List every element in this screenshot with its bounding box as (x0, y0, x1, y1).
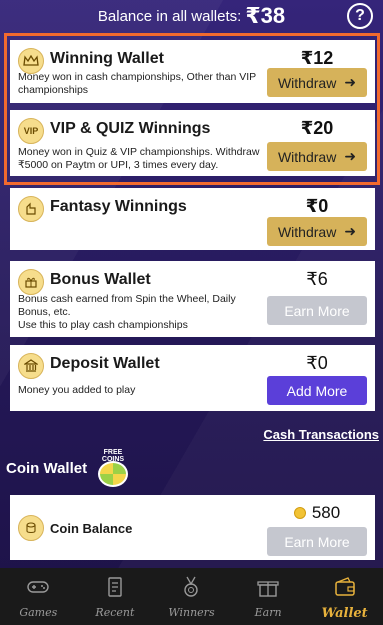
coin-wallet-title: Coin Wallet (6, 460, 88, 477)
vip-quiz-card: VIP VIP & QUIZ Winnings Money won in Qui… (10, 110, 375, 176)
coins-icon (18, 515, 44, 541)
withdraw-label: Withdraw (277, 74, 337, 91)
bonus-wallet-title: Bonus Wallet (50, 271, 151, 288)
nav-recent-label: Recent (95, 606, 135, 619)
fantasy-winnings-card: Fantasy Winnings ₹0 Withdraw ➜ (10, 188, 375, 250)
winning-wallet-amount: ₹12 (300, 48, 334, 68)
winning-wallet-card: Winning Wallet Money won in cash champio… (10, 40, 375, 103)
deposit-wallet-title: Deposit Wallet (50, 355, 160, 372)
gamepad-icon (25, 574, 51, 600)
help-icon[interactable]: ? (347, 3, 373, 29)
vip-icon: VIP (18, 118, 44, 144)
vip-quiz-title: VIP & QUIZ Winnings (50, 120, 211, 137)
gift-icon (255, 574, 281, 600)
bonus-wallet-amount: ₹6 (306, 269, 328, 289)
nav-wallet-label: Wallet (321, 606, 368, 621)
deposit-wallet-card: Deposit Wallet Money you added to play ₹… (10, 345, 375, 411)
vip-quiz-description: Money won in Quiz & VIP championships. W… (18, 146, 260, 171)
arrow-right-icon: ➜ (344, 223, 357, 239)
spin-wheel-icon (98, 461, 128, 487)
wallet-icon (332, 574, 358, 600)
bank-icon (18, 353, 44, 379)
bonus-wallet-description: Bonus cash earned from Spin the Wheel, D… (18, 293, 236, 331)
fantasy-icon (18, 196, 44, 222)
winning-withdraw-button[interactable]: Withdraw ➜ (267, 68, 367, 97)
medal-icon (178, 574, 204, 600)
deposit-wallet-amount: ₹0 (306, 353, 328, 373)
arrow-right-icon: ➜ (344, 74, 357, 90)
fantasy-winnings-title: Fantasy Winnings (50, 198, 187, 215)
nav-games-label: Games (19, 606, 58, 619)
add-more-button[interactable]: Add More (267, 376, 367, 405)
bonus-earn-more-button[interactable]: Earn More (267, 296, 367, 325)
vip-quiz-amount: ₹20 (300, 118, 334, 138)
nav-games[interactable]: Games (0, 568, 77, 625)
bonus-icon (18, 269, 44, 295)
nav-earn-label: Earn (254, 606, 282, 619)
coin-balance-title: Coin Balance (50, 521, 133, 536)
nav-winners[interactable]: Winners (153, 568, 230, 625)
nav-wallet[interactable]: Wallet (306, 568, 383, 625)
balance-amount: ₹38 (245, 3, 286, 28)
balance-label: Balance in all wallets: (97, 7, 242, 25)
deposit-wallet-description: Money you added to play (18, 384, 136, 396)
coin-balance-card: Coin Balance 580 Earn More (10, 495, 375, 560)
fantasy-withdraw-button[interactable]: Withdraw ➜ (267, 217, 367, 246)
header-bar: Balance in all wallets: ₹38 (0, 0, 383, 32)
winning-wallet-title: Winning Wallet (50, 50, 164, 67)
cash-transactions-link[interactable]: Cash Transactions (263, 427, 379, 442)
withdraw-label: Withdraw (277, 223, 337, 240)
coin-icon (293, 507, 306, 519)
winning-wallet-description: Money won in cash championships, Other t… (18, 71, 256, 96)
vip-withdraw-button[interactable]: Withdraw ➜ (267, 142, 367, 171)
fantasy-winnings-amount: ₹0 (305, 196, 329, 216)
withdraw-label: Withdraw (277, 148, 337, 165)
nav-earn[interactable]: Earn (230, 568, 307, 625)
coin-balance-value: 580 (311, 503, 341, 522)
recent-icon (102, 574, 128, 600)
nav-recent[interactable]: Recent (77, 568, 154, 625)
coin-balance-value-wrap: 580 (267, 503, 367, 523)
free-coins-badge[interactable]: FREE COINS (96, 449, 130, 487)
arrow-right-icon: ➜ (344, 148, 357, 164)
nav-winners-label: Winners (168, 606, 215, 619)
coin-earn-more-button[interactable]: Earn More (267, 527, 367, 556)
bottom-nav: Games Recent Winners Earn Wallet (0, 568, 383, 625)
bonus-wallet-card: Bonus Wallet Bonus cash earned from Spin… (10, 261, 375, 337)
